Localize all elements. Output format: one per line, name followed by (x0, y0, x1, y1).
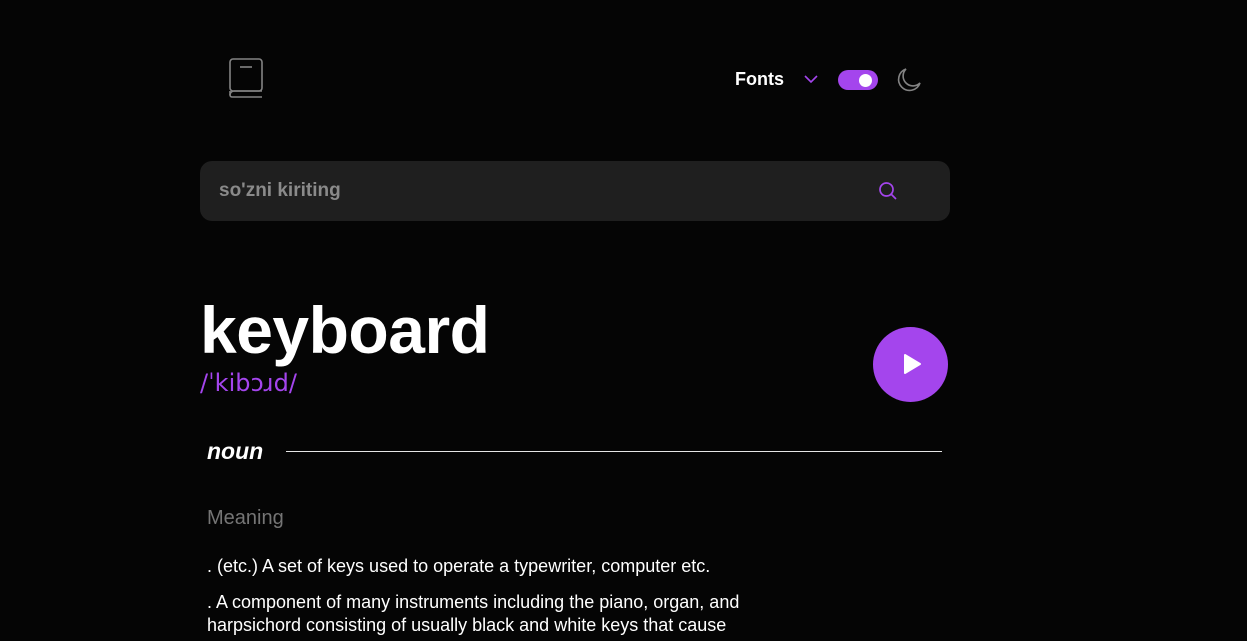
play-pronunciation-button[interactable] (873, 327, 948, 402)
search-input[interactable] (219, 161, 859, 221)
phonetic: /ˈkibɔɹd/ (200, 369, 297, 397)
dictionary-app: Fonts keyboard /ˈkibɔɹd/ noun Meaning . … (0, 0, 1247, 641)
font-selector-label[interactable]: Fonts (735, 69, 784, 90)
toggle-knob (859, 74, 872, 87)
search-bar (200, 161, 950, 221)
theme-toggle[interactable] (838, 70, 878, 90)
book-icon[interactable] (226, 57, 266, 99)
chevron-down-icon[interactable] (803, 72, 819, 86)
definition-list: . (etc.) A set of keys used to operate a… (207, 555, 807, 641)
part-of-speech: noun (207, 438, 264, 464)
divider (286, 451, 942, 452)
search-icon[interactable] (878, 181, 898, 201)
play-icon (904, 354, 921, 374)
meaning-heading: Meaning (207, 507, 284, 529)
definition-item: . (etc.) A set of keys used to operate a… (207, 556, 711, 576)
definition-item: . A component of many instruments includ… (207, 592, 740, 635)
word-title: keyboard (200, 293, 490, 367)
moon-icon[interactable] (896, 67, 922, 93)
